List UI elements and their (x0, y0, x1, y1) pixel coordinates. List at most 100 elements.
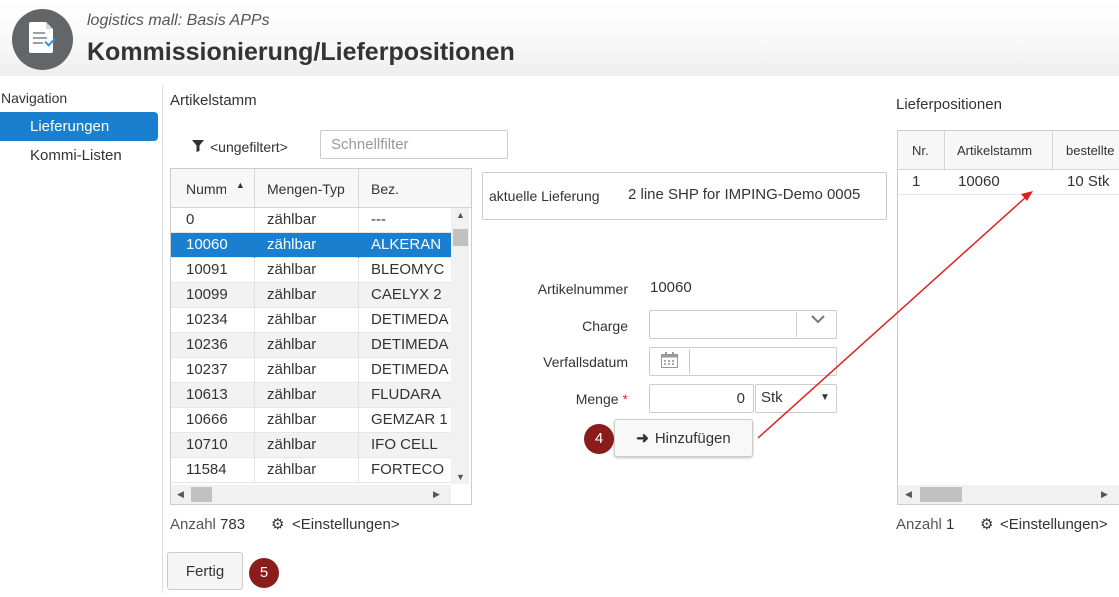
column-header-artikelstamm[interactable]: Artikelstamm (945, 131, 1053, 169)
cell-artikelstamm: 10060 (958, 173, 1000, 190)
scroll-left-icon[interactable]: ◀ (177, 489, 184, 500)
scroll-right-icon[interactable]: ▶ (1101, 489, 1108, 500)
verfallsdatum-label: Verfallsdatum (543, 354, 628, 370)
vertical-scrollbar[interactable]: ▲ ▼ (451, 208, 469, 484)
count-label: Anzahl (170, 516, 216, 533)
scroll-thumb[interactable] (453, 229, 468, 246)
scroll-thumb[interactable] (191, 487, 212, 502)
unit-value: Stk (761, 389, 783, 406)
column-divider (358, 283, 359, 308)
current-delivery-value: 2 line SHP for IMPING-Demo 0005 (628, 186, 861, 203)
column-divider (358, 333, 359, 358)
menge-label: Menge * (503, 391, 628, 407)
column-divider (358, 208, 359, 233)
table-row[interactable]: 0 zählbar --- (171, 208, 451, 233)
filter-icon[interactable] (192, 140, 204, 152)
cell-nummer: 10237 (186, 361, 228, 378)
charge-select[interactable] (649, 310, 837, 339)
calendar-icon[interactable] (661, 352, 678, 368)
table-row[interactable]: 10091 zählbar BLEOMYC (171, 258, 451, 283)
column-divider (358, 308, 359, 333)
nav-item-kommi-listen[interactable]: Kommi-Listen (0, 146, 158, 168)
table-row[interactable]: 10234 zählbar DETIMEDA (171, 308, 451, 333)
artikelstamm-count: Anzahl 783 (170, 516, 245, 533)
table-row[interactable]: 10666 zählbar GEMZAR 1 (171, 408, 451, 433)
horizontal-scrollbar[interactable]: ◀ ▶ (898, 485, 1119, 504)
caret-down-icon[interactable]: ▼ (820, 392, 830, 403)
column-header-nr[interactable]: Nr. (898, 131, 945, 169)
cell-mengen-typ: zählbar (267, 461, 317, 478)
horizontal-scrollbar[interactable]: ◀ ▶ (171, 485, 451, 504)
column-divider (254, 408, 255, 433)
table-row[interactable]: 1 10060 10 Stk (898, 170, 1119, 195)
scroll-left-icon[interactable]: ◀ (905, 489, 912, 500)
cell-mengen-typ: zählbar (267, 361, 317, 378)
done-button[interactable]: Fertig (167, 552, 243, 590)
menge-input[interactable] (649, 384, 754, 413)
cell-bez: DETIMEDA (371, 336, 449, 353)
artikelstamm-grid: Nummer ▲ Mengen-Typ Bez. 0 zählbar --- 1006… (170, 168, 472, 505)
column-header-bestellte[interactable]: bestellte (1053, 131, 1119, 169)
settings-link[interactable]: <Einstellungen> (1000, 516, 1108, 533)
column-divider (254, 308, 255, 333)
cell-mengen-typ: zählbar (267, 386, 317, 403)
gear-icon[interactable]: ⚙ (271, 515, 284, 533)
cell-nummer: 10091 (186, 261, 228, 278)
cell-bez: FLUDARA (371, 386, 442, 403)
cell-bez: FORTECO (371, 461, 445, 478)
column-divider (358, 383, 359, 408)
column-header-bez[interactable]: Bez. (359, 169, 471, 207)
quickfilter-input[interactable] (320, 130, 508, 159)
cell-nummer: 10234 (186, 311, 228, 328)
scroll-right-icon[interactable]: ▶ (433, 489, 440, 500)
column-divider (254, 283, 255, 308)
artikelnummer-label: Artikelnummer (537, 281, 628, 297)
scroll-down-icon[interactable]: ▼ (456, 472, 465, 482)
lieferpositionen-title: Lieferpositionen (896, 96, 1002, 113)
cell-nr: 1 (912, 173, 921, 190)
count-label: Anzahl (896, 516, 942, 533)
column-divider (358, 258, 359, 283)
step-badge-5: 5 (249, 558, 279, 588)
grid-header: Nummer ▲ Mengen-Typ Bez. (171, 169, 471, 208)
cell-nummer: 10060 (186, 236, 228, 253)
cell-mengen-typ: zählbar (267, 211, 317, 228)
column-divider (254, 208, 255, 233)
table-row[interactable]: 10613 zählbar FLUDARA (171, 383, 451, 408)
cell-bez: DETIMEDA (371, 311, 449, 328)
cell-nummer: 0 (186, 211, 195, 228)
add-button-label: Hinzufügen (654, 430, 731, 447)
count-value: 1 (946, 516, 955, 533)
chevron-down-icon[interactable] (811, 314, 825, 324)
column-divider (254, 458, 255, 483)
table-row[interactable]: 10099 zählbar CAELYX 2 (171, 283, 451, 308)
column-header-mengen-typ[interactable]: Mengen-Typ (255, 169, 359, 207)
scroll-thumb[interactable] (920, 487, 962, 502)
table-row[interactable]: 10236 zählbar DETIMEDA (171, 333, 451, 358)
column-divider (254, 233, 255, 258)
column-divider (358, 408, 359, 433)
app-document-icon (12, 9, 73, 70)
column-header-label: Nummer (186, 181, 226, 197)
nav-item-lieferungen[interactable]: Lieferungen (0, 112, 158, 141)
column-header-nummer[interactable]: Nummer ▲ (171, 169, 255, 207)
settings-link[interactable]: <Einstellungen> (292, 516, 400, 533)
table-row[interactable]: 11584 zählbar FORTECO (171, 458, 451, 483)
charge-label: Charge (582, 318, 628, 334)
lieferpositionen-grid: Nr. Artikelstamm bestellte 1 10060 10 St… (897, 130, 1119, 505)
scroll-up-icon[interactable]: ▲ (456, 210, 465, 220)
add-button[interactable]: ➜ Hinzufügen (614, 419, 753, 457)
gear-icon[interactable]: ⚙ (980, 515, 993, 533)
column-divider (358, 458, 359, 483)
app-subtitle: logistics mall: Basis APPs (87, 12, 270, 29)
table-row[interactable]: 10060 zählbar ALKERAN (171, 233, 451, 258)
lieferpositionen-count: Anzahl 1 (896, 516, 954, 533)
artikelstamm-title: Artikelstamm (170, 92, 257, 109)
table-row[interactable]: 10710 zählbar IFO CELL (171, 433, 451, 458)
filter-status-link[interactable]: <ungefiltert> (210, 139, 288, 155)
table-row[interactable]: 10237 zählbar DETIMEDA (171, 358, 451, 383)
cell-nummer: 10236 (186, 336, 228, 353)
cell-nummer: 10666 (186, 411, 228, 428)
artikelnummer-value: 10060 (650, 279, 692, 296)
column-divider (254, 433, 255, 458)
